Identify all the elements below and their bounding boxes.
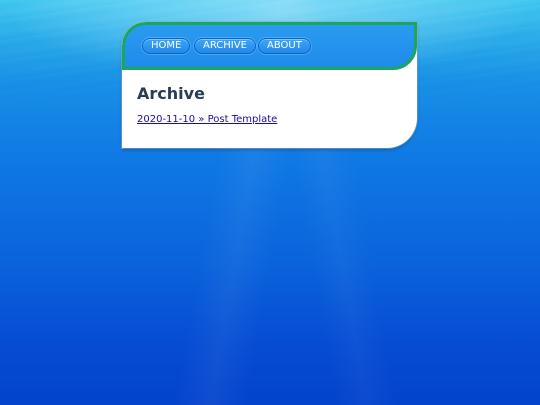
- nav-bar: HOME ARCHIVE ABOUT: [122, 22, 417, 70]
- content-card: HOME ARCHIVE ABOUT Archive 2020-11-10 » …: [122, 22, 417, 148]
- nav-archive-button[interactable]: ARCHIVE: [194, 38, 256, 54]
- page-title: Archive: [137, 84, 205, 103]
- nav-about-button[interactable]: ABOUT: [258, 38, 311, 54]
- post-link[interactable]: 2020-11-10 » Post Template: [137, 114, 277, 125]
- nav-home-button[interactable]: HOME: [142, 38, 191, 54]
